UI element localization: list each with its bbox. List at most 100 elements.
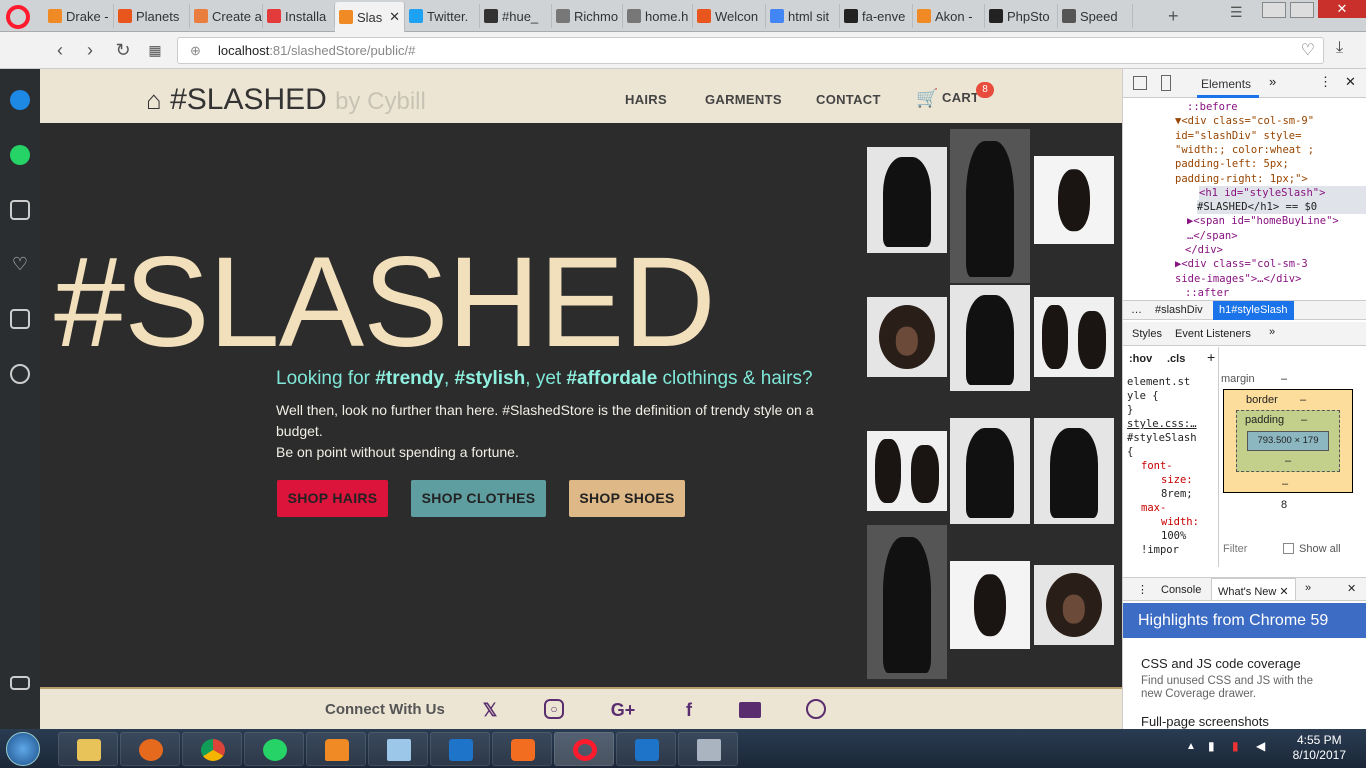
whatsapp-sidebar-icon[interactable] (10, 145, 30, 165)
browser-tab[interactable]: html sit (766, 4, 840, 28)
product-image[interactable] (1034, 156, 1114, 244)
dom-line[interactable]: side-images">…</div> (1175, 272, 1301, 286)
cart-icon[interactable]: 🛒 (916, 88, 939, 109)
new-tab-icon[interactable]: + (1168, 6, 1179, 27)
close-drawer-icon[interactable]: ✕ (1347, 582, 1356, 595)
vscode-icon[interactable] (430, 732, 490, 766)
chrome-icon[interactable] (182, 732, 242, 766)
speed-dial-sidebar-icon[interactable] (10, 200, 30, 220)
dom-line[interactable]: ::before (1187, 100, 1238, 114)
dom-line[interactable]: ▶<div class="col-sm-3 (1175, 257, 1308, 271)
crumb-slashdiv[interactable]: #slashDiv (1155, 304, 1203, 316)
browser-tab[interactable]: #hue_ (480, 4, 552, 28)
dom-line[interactable]: "width:; color:wheat ; (1175, 143, 1314, 157)
dom-line[interactable]: …</span> (1187, 229, 1238, 243)
dom-line[interactable]: <h1 id="styleSlash"> (1199, 185, 1366, 200)
download-icon[interactable]: ⤓ (1336, 39, 1343, 57)
dom-line[interactable]: </div> (1185, 243, 1223, 257)
browser-tab[interactable]: Twitter. (405, 4, 480, 28)
browser-tab[interactable]: Drake - (44, 4, 114, 28)
filter-input[interactable]: Filter (1223, 543, 1247, 555)
close-window-icon[interactable]: ✕ (1318, 0, 1366, 18)
product-image[interactable] (1034, 297, 1114, 377)
product-image[interactable] (867, 147, 947, 253)
shop-clothes-button[interactable]: SHOP CLOTHES (411, 480, 546, 517)
file-explorer-icon[interactable] (58, 732, 118, 766)
reload-icon[interactable]: ↻ (113, 40, 133, 60)
product-image[interactable] (950, 285, 1030, 391)
whatsapp-icon[interactable] (806, 699, 826, 719)
dom-line[interactable]: ▶<span id="homeBuyLine"> (1187, 214, 1339, 228)
nav-cart[interactable]: CART (942, 90, 979, 105)
whatsapp-taskbar-icon[interactable] (244, 732, 304, 766)
product-image[interactable] (950, 418, 1030, 524)
item1-title[interactable]: CSS and JS code coverage (1141, 656, 1301, 671)
dom-line[interactable]: id="slashDiv" style= (1175, 129, 1301, 143)
browser-tab[interactable]: Speed (1058, 4, 1133, 28)
close-tab-icon[interactable]: ✕ (389, 9, 400, 25)
tab-menu-icon[interactable]: ☰ (1230, 4, 1243, 21)
more-tabs-icon[interactable]: » (1269, 74, 1276, 89)
battery-icon[interactable]: ▮ (1232, 739, 1239, 753)
inspect-icon[interactable] (1133, 76, 1147, 90)
tab-styles[interactable]: Styles (1132, 328, 1162, 340)
more-panes-icon[interactable]: » (1269, 326, 1275, 338)
instagram-icon[interactable]: ○ (544, 699, 564, 719)
breadcrumb-ellipsis[interactable]: … (1131, 304, 1142, 316)
drawer-menu-icon[interactable]: ⋮ (1137, 583, 1148, 596)
close-devtools-icon[interactable]: ✕ (1345, 74, 1356, 90)
signal-icon[interactable]: ▮ (1208, 739, 1215, 753)
show-all-checkbox[interactable] (1283, 543, 1294, 554)
start-button[interactable] (6, 732, 40, 766)
nav-contact[interactable]: CONTACT (816, 92, 881, 107)
dom-line[interactable]: #SLASHED</h1> == $0 (1197, 200, 1366, 215)
firefox-icon[interactable] (120, 732, 180, 766)
news-icon[interactable] (10, 309, 30, 329)
messenger-icon[interactable] (10, 90, 30, 110)
dom-line[interactable]: padding-left: 5px; (1175, 157, 1289, 171)
add-rule-icon[interactable]: + (1207, 349, 1215, 365)
nav-hairs[interactable]: HAIRS (625, 92, 667, 107)
more-drawer-icon[interactable]: » (1305, 582, 1311, 594)
xampp-icon[interactable] (492, 732, 552, 766)
browser-tab[interactable]: Installa (263, 4, 335, 28)
speed-dial-icon[interactable]: ▦ (145, 40, 165, 60)
vscode-2-icon[interactable] (616, 732, 676, 766)
tab-event-listeners[interactable]: Event Listeners (1175, 328, 1251, 340)
sidebar-toggle-icon[interactable] (10, 676, 30, 690)
google-plus-icon[interactable]: G+ (608, 699, 638, 721)
heart-icon[interactable]: ♡ (1301, 38, 1315, 63)
browser-tab[interactable]: fa-enve (840, 4, 913, 28)
minimize-icon[interactable] (1262, 2, 1286, 18)
opera-taskbar-icon[interactable] (554, 732, 614, 766)
shop-shoes-button[interactable]: SHOP SHOES (569, 480, 685, 517)
clock[interactable]: 4:55 PM 8/10/2017 (1293, 733, 1346, 763)
product-image[interactable] (1034, 418, 1114, 524)
product-image[interactable] (950, 129, 1030, 283)
heart-sidebar-icon[interactable]: ♡ (10, 254, 30, 274)
volume-icon[interactable]: ◀ (1256, 739, 1265, 753)
product-image[interactable] (1034, 565, 1114, 645)
calculator-icon[interactable] (678, 732, 738, 766)
hov-toggle[interactable]: :hov (1129, 353, 1152, 365)
dom-line[interactable]: ▼<div class="col-sm-9" (1175, 114, 1314, 128)
forward-icon[interactable]: › (80, 40, 100, 60)
tab-whats-new[interactable]: What's New ✕ (1211, 578, 1296, 600)
maximize-icon[interactable] (1290, 2, 1314, 18)
vlc-icon[interactable] (306, 732, 366, 766)
product-image[interactable] (867, 431, 947, 511)
product-image[interactable] (950, 561, 1030, 649)
browser-tab[interactable]: Akon - (913, 4, 985, 28)
devtools-menu-icon[interactable]: ⋮ (1319, 74, 1332, 90)
facebook-icon[interactable]: f (678, 699, 700, 721)
brand[interactable]: ⌂ #SLASHED by Cybill (146, 83, 426, 117)
shop-hairs-button[interactable]: SHOP HAIRS (277, 480, 388, 517)
browser-tab[interactable]: Planets (114, 4, 190, 28)
browser-tab[interactable]: Welcon (693, 4, 766, 28)
browser-tab[interactable]: Richmo (552, 4, 623, 28)
browser-tab[interactable]: Slas ✕ (335, 2, 405, 32)
url-input[interactable]: ⊕ localhost:81/slashedStore/public/# ♡ (177, 37, 1324, 64)
device-toolbar-icon[interactable] (1161, 75, 1171, 91)
notepad-icon[interactable] (368, 732, 428, 766)
dom-line[interactable]: padding-right: 1px;"> (1175, 172, 1308, 186)
